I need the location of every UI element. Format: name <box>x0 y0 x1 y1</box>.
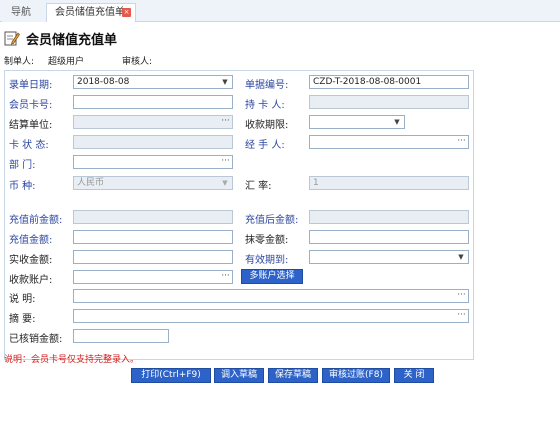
tab-navigation[interactable]: 导航 <box>2 3 46 22</box>
card-holder-field <box>309 95 469 109</box>
description-label: 说 明: <box>9 294 36 305</box>
handler-label: 经 手 人: <box>245 140 285 151</box>
doc-no-field[interactable]: CZD-T-2018-08-08-0001 <box>309 75 469 89</box>
tab-member-recharge-label: 会员储值充值单 <box>55 7 125 18</box>
valid-until-field[interactable]: ▼ <box>309 250 469 264</box>
page-header: 会员储值充值单 <box>4 28 117 48</box>
exchange-rate-field: 1 <box>309 176 469 190</box>
currency-select: 人民币 ▼ <box>73 176 233 190</box>
entry-date-label: 录单日期: <box>9 80 53 91</box>
entry-date-value: 2018-08-08 <box>77 77 130 87</box>
received-amount-field[interactable] <box>73 250 233 264</box>
valid-until-label: 有效期到: <box>245 255 289 266</box>
lookup-dots-icon[interactable]: ··· <box>455 310 468 322</box>
chevron-down-icon: ▼ <box>222 179 228 187</box>
tab-member-recharge[interactable]: 会员储值充值单 × <box>46 3 136 22</box>
print-button[interactable]: 打印(Ctrl+F9) <box>131 368 211 383</box>
load-draft-button[interactable]: 调入草稿 <box>214 368 264 383</box>
save-draft-button[interactable]: 保存草稿 <box>268 368 318 383</box>
rounding-amount-field[interactable] <box>309 230 469 244</box>
collect-period-select[interactable]: ▼ <box>309 115 405 129</box>
close-tab-icon[interactable]: × <box>122 8 131 17</box>
department-field[interactable]: ··· <box>73 155 233 169</box>
rounding-amount-label: 抹零金额: <box>245 235 289 246</box>
maker-value: 超级用户 <box>48 57 85 67</box>
department-label: 部 门: <box>9 160 36 171</box>
approve-post-button[interactable]: 审核过账(F8) <box>322 368 390 383</box>
chevron-down-icon[interactable]: ▼ <box>392 116 402 128</box>
page-title: 会员储值充值单 <box>26 32 118 48</box>
reviewer-label: 审核人: <box>122 57 153 67</box>
lookup-dots-icon[interactable]: ··· <box>219 156 232 168</box>
exchange-rate-label: 汇 率: <box>245 181 272 192</box>
description-field[interactable]: ··· <box>73 289 469 303</box>
verified-amount-field <box>73 329 169 343</box>
handler-field[interactable]: ··· <box>309 135 469 149</box>
summary-field[interactable]: ··· <box>73 309 469 323</box>
lookup-dots-icon[interactable]: ··· <box>219 271 232 283</box>
collect-period-label: 收款期限: <box>245 120 289 131</box>
card-holder-label: 持 卡 人: <box>245 100 285 111</box>
currency-value: 人民币 <box>77 178 105 188</box>
summary-label: 摘 要: <box>9 314 36 325</box>
doc-no-label: 单据编号: <box>245 80 289 91</box>
entry-date-field[interactable]: 2018-08-08 ▼ <box>73 75 233 89</box>
pre-balance-label: 充值前金额: <box>9 215 63 226</box>
verified-amount-label: 已核销金额: <box>9 334 63 345</box>
received-amount-label: 实收金额: <box>9 255 53 266</box>
receipt-account-label: 收款账户: <box>9 275 53 286</box>
post-balance-label: 充值后金额: <box>245 215 299 226</box>
settle-unit-field[interactable]: ··· <box>73 115 233 129</box>
post-balance-field <box>309 210 469 224</box>
maker-label: 制单人: <box>4 57 35 67</box>
multi-account-button[interactable]: 多账户选择 <box>241 269 303 284</box>
exchange-rate-value: 1 <box>313 178 319 188</box>
member-card-field[interactable] <box>73 95 233 109</box>
close-button[interactable]: 关 闭 <box>394 368 434 383</box>
input-note: 说明：会员卡号仅支持完整录入。 <box>4 355 140 365</box>
pre-balance-field <box>73 210 233 224</box>
card-status-field <box>73 135 233 149</box>
recharge-amount-label: 充值金额: <box>9 235 53 246</box>
currency-label: 币 种: <box>9 181 36 192</box>
doc-no-value: CZD-T-2018-08-08-0001 <box>313 77 422 87</box>
receipt-account-field[interactable]: ··· <box>73 270 233 284</box>
tab-bar: 导航 会员储值充值单 × <box>0 0 560 22</box>
chevron-down-icon[interactable]: ▼ <box>220 76 230 88</box>
lookup-dots-icon[interactable]: ··· <box>219 116 232 128</box>
card-status-label: 卡 状 态: <box>9 140 49 151</box>
edit-document-icon <box>4 31 20 46</box>
recharge-form: 录单日期: 2018-08-08 ▼ 单据编号: CZD-T-2018-08-0… <box>4 70 474 360</box>
lookup-dots-icon[interactable]: ··· <box>455 136 468 148</box>
recharge-amount-field[interactable] <box>73 230 233 244</box>
chevron-down-icon[interactable]: ▼ <box>456 251 466 263</box>
settle-unit-label: 结算单位: <box>9 120 53 131</box>
member-card-label: 会员卡号: <box>9 100 53 111</box>
lookup-dots-icon[interactable]: ··· <box>455 290 468 302</box>
